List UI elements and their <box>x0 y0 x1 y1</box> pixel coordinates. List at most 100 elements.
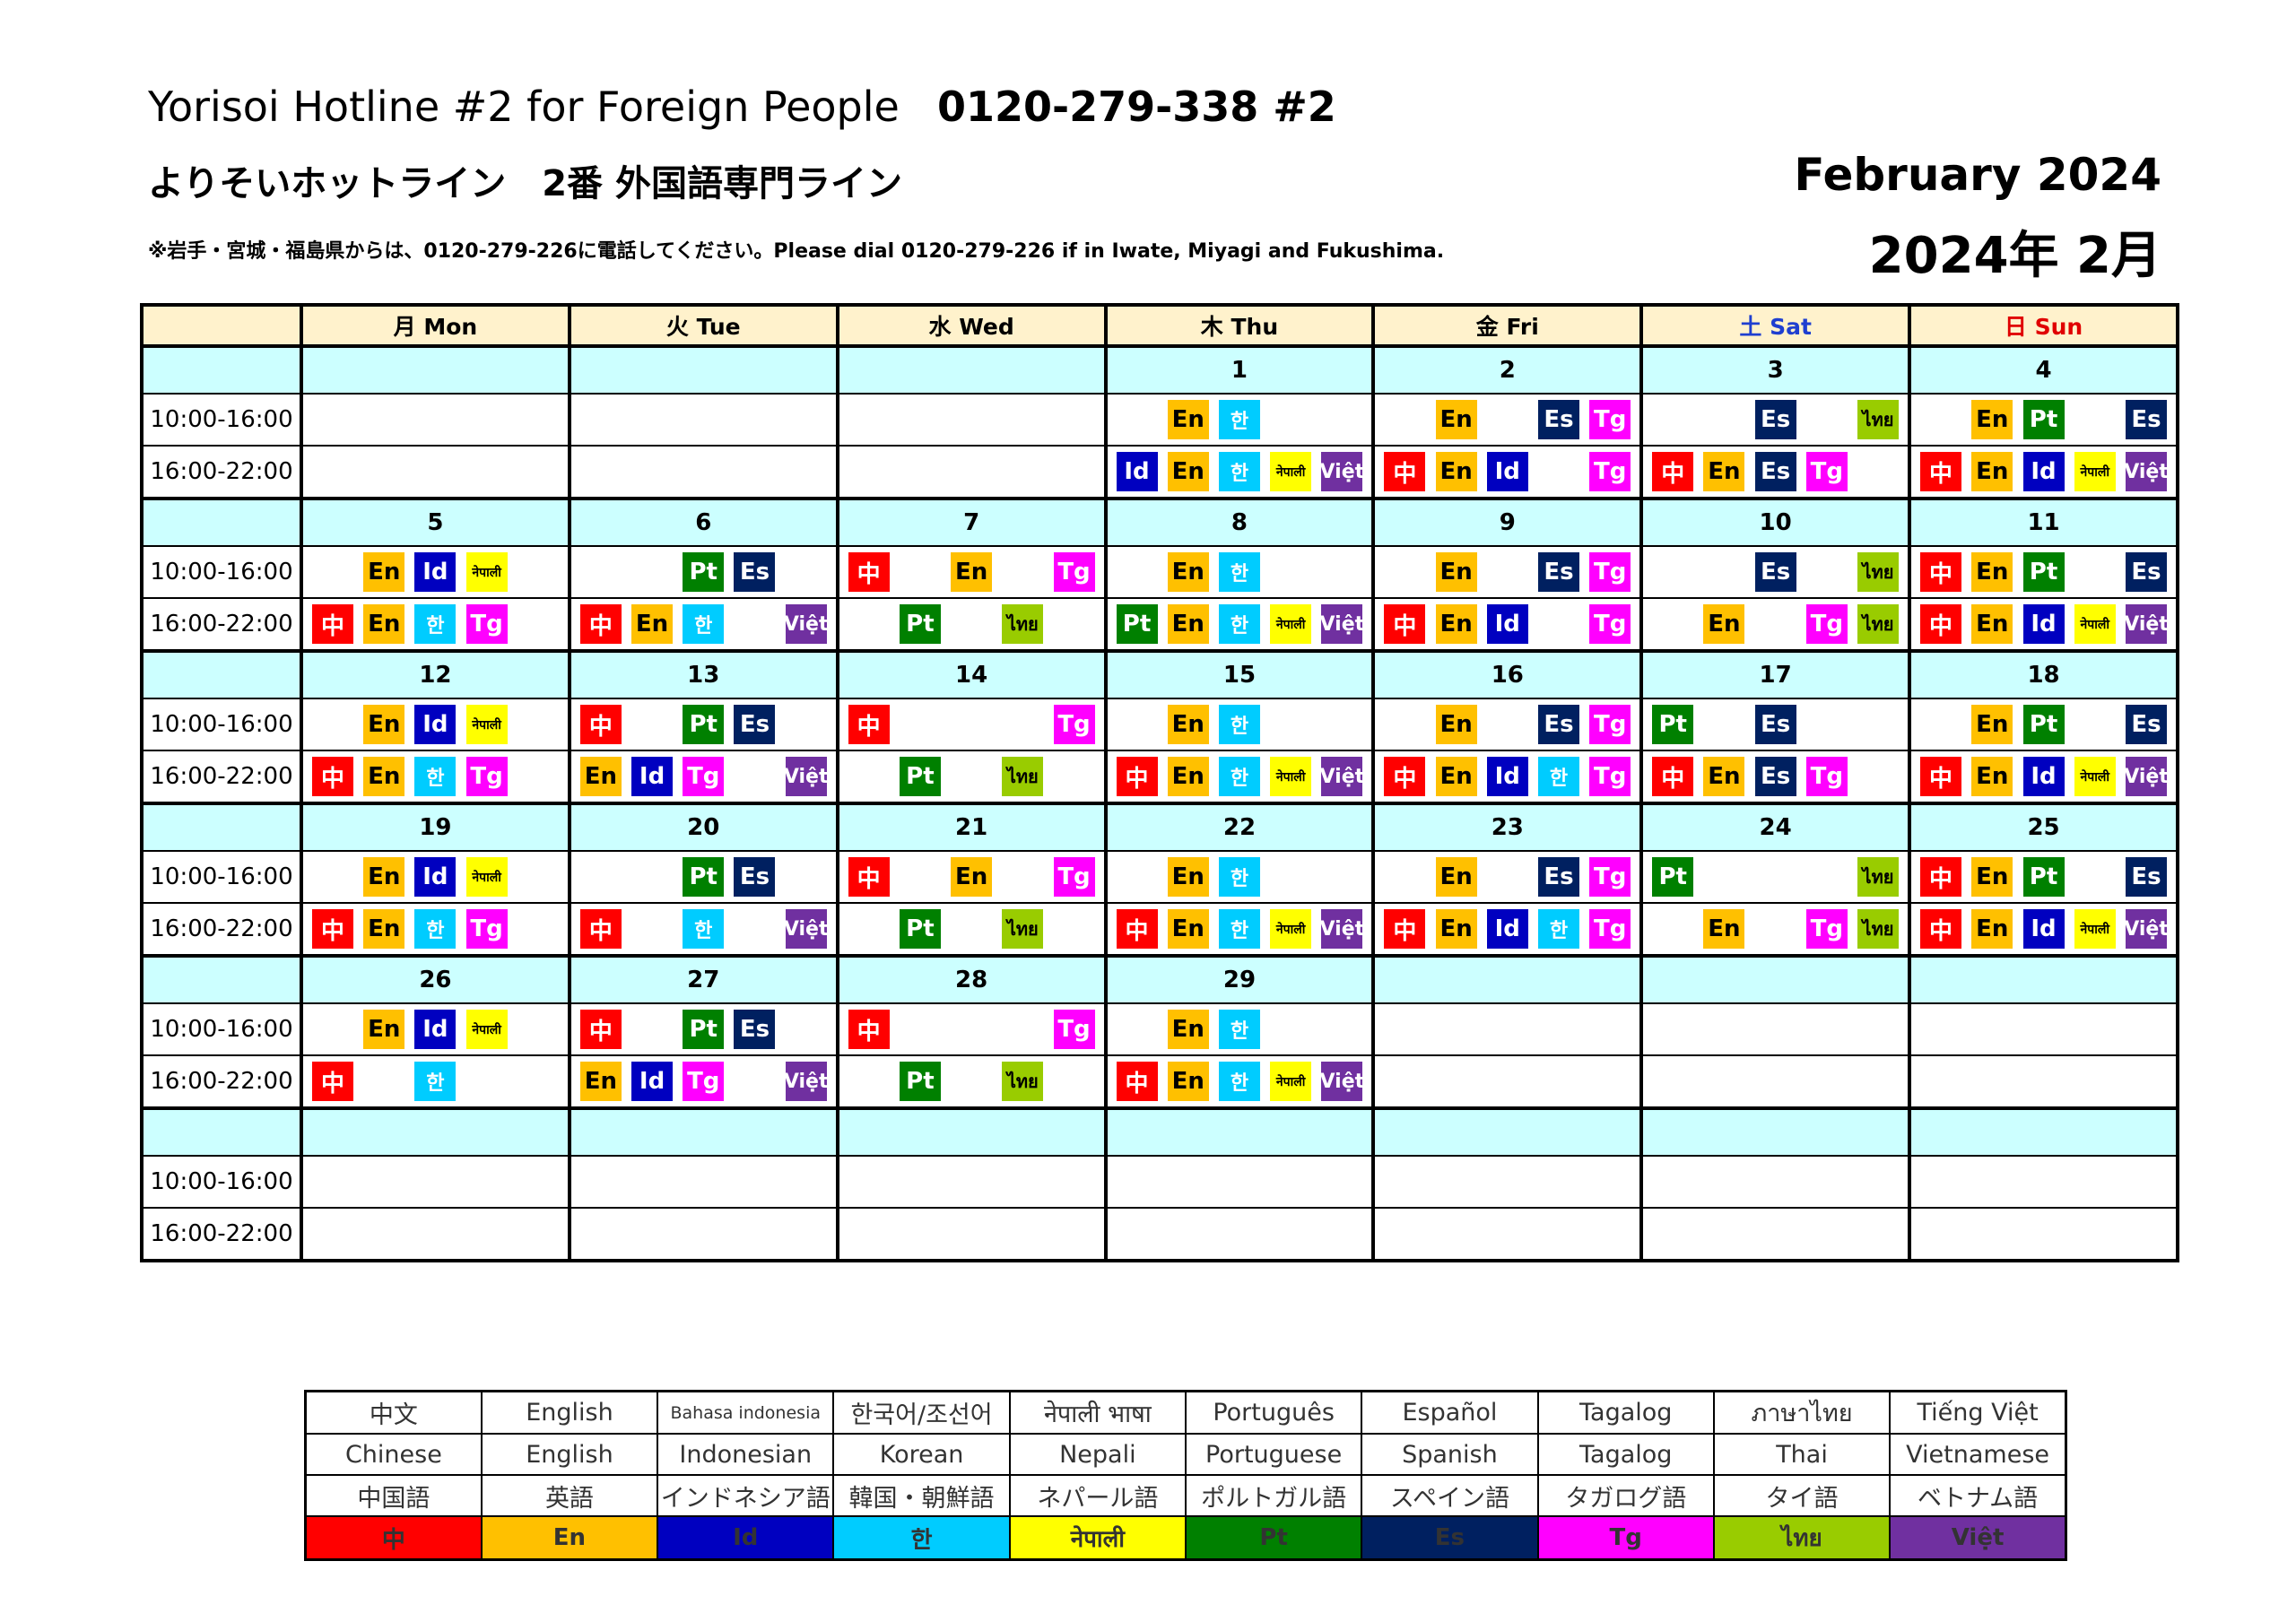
language-chip-id: Id <box>1116 452 1158 491</box>
language-chip-zh: 中 <box>1116 1062 1158 1101</box>
legend-chip-ne: नेपाली <box>1008 1515 1187 1561</box>
time-slot-row: 16:00-22:00 Id En 한 नेपाली Việt 中 En Id Tg 中 En Es Tg… <box>141 445 2179 499</box>
language-chip-id: Id <box>1486 604 1528 644</box>
language-chip-group: 中 En Es Tg <box>1643 751 1908 802</box>
language-chip-ne: नेपाली <box>1270 909 1312 949</box>
date-number-mon: 5 <box>300 497 570 547</box>
language-chip-id: Id <box>414 1010 457 1049</box>
language-chip-en: En <box>363 552 405 592</box>
empty-chip-slot <box>734 909 775 949</box>
empty-chip-slot <box>1652 909 1693 949</box>
language-chip-ko: 한 <box>1218 452 1260 491</box>
date-number-tue <box>567 344 839 395</box>
language-chip-en: En <box>363 604 405 644</box>
time-slot-row: 10:00-16:00 En 한 En Es Tg Es ไทย En Pt Es <box>141 393 2179 447</box>
language-chip-tg: Tg <box>1053 1010 1095 1049</box>
empty-chip-slot <box>1321 857 1362 897</box>
language-chip-zh: 中 <box>1116 909 1158 949</box>
empty-chip-slot <box>517 552 559 592</box>
empty-chip-slot <box>951 1010 992 1049</box>
language-chip-en: En <box>1167 400 1209 439</box>
empty-chip-slot <box>312 1010 353 1049</box>
time-slot-label: 10:00-16:00 <box>141 698 302 751</box>
empty-chip-slot <box>1384 705 1425 744</box>
language-chip-ko: 한 <box>1537 909 1579 949</box>
empty-chip-slot <box>312 705 353 744</box>
slot-cell-tue: Pt Es <box>567 545 839 599</box>
date-number-thu: 1 <box>1103 344 1375 395</box>
empty-chip-slot <box>1920 400 1961 439</box>
empty-chip-slot <box>1270 705 1311 744</box>
empty-chip-slot <box>1321 705 1362 744</box>
language-chip-group: 中 En Pt Es <box>1911 547 2176 597</box>
empty-chip-slot <box>951 909 992 949</box>
language-chip-id: Id <box>631 1062 674 1101</box>
empty-chip-slot <box>631 909 673 949</box>
language-chip-es: Es <box>1537 552 1579 592</box>
language-chip-th: ไทย <box>1857 400 1900 439</box>
language-chip-tg: Tg <box>1053 552 1095 592</box>
slot-cell-tue: 中 Pt Es <box>567 1002 839 1056</box>
empty-chip-slot <box>1806 705 1848 744</box>
language-chip-ko: 한 <box>414 1062 457 1101</box>
date-number-sun: 11 <box>1908 497 2179 547</box>
legend-native-vi: Tiếng Việt <box>1889 1390 2067 1435</box>
language-chip-ne: नेपाली <box>465 705 508 744</box>
empty-chip-slot <box>1002 552 1043 592</box>
time-slot-row: 16:00-22:00 中 En 한 Tg 中 En 한 Việt Pt ไทย Pt En 한 नेपाल… <box>141 597 2179 652</box>
language-chip-tg: Tg <box>1805 604 1848 644</box>
legend-native-pt: Português <box>1184 1390 1363 1435</box>
time-slot-row: 16:00-22:00 <box>141 1207 2179 1262</box>
slot-cell-fri: 中 En Id Tg <box>1371 597 1643 652</box>
legend-english-tg: Tagalog <box>1536 1433 1715 1476</box>
empty-chip-slot <box>1054 909 1095 949</box>
empty-chip-slot <box>2074 552 2116 592</box>
language-chip-en: En <box>1435 757 1477 796</box>
date-number-wed: 21 <box>835 802 1107 852</box>
language-chip-group: En Id नेपाली <box>303 1004 568 1054</box>
slot-cell-tue: Pt Es <box>567 850 839 904</box>
empty-chip-slot <box>1857 757 1899 796</box>
language-chip-group: 中 En Id नेपाली Việt <box>1911 447 2176 497</box>
empty-chip-slot <box>734 604 775 644</box>
legend-chip-zh: 中 <box>304 1515 483 1561</box>
language-chip-zh: 中 <box>1920 757 1962 796</box>
empty-chip-slot <box>848 1062 890 1101</box>
empty-chip-slot <box>1117 705 1158 744</box>
language-chip-es: Es <box>1754 400 1796 439</box>
language-chip-zh: 中 <box>1652 757 1694 796</box>
schedule-calendar: 月 Mon 火 Tue 水 Wed 木 Thu 金 Fri 土 Sat 日 Su… <box>140 303 2179 1262</box>
language-chip-id: Id <box>2022 452 2065 491</box>
language-chip-group: Id En 한 नेपाली Việt <box>1108 447 1372 497</box>
language-chip-es: Es <box>1537 400 1579 439</box>
empty-chip-slot <box>1384 400 1425 439</box>
slot-cell-thu: En 한 <box>1103 698 1375 751</box>
language-chip-id: Id <box>414 857 457 897</box>
language-chip-es: Es <box>1754 452 1796 491</box>
empty-chip-slot <box>1321 552 1362 592</box>
language-chip-group: En Es Tg <box>1375 852 1639 902</box>
slot-cell-tue <box>567 445 839 499</box>
language-chip-zh: 中 <box>848 857 890 897</box>
language-chip-en: En <box>1167 1010 1209 1049</box>
empty-chip-slot <box>517 909 559 949</box>
slot-cell-wed: 中 Tg <box>835 1002 1107 1056</box>
slot-cell-tue: 中 한 Việt <box>567 902 839 957</box>
date-number-mon: 12 <box>300 649 570 699</box>
legend-japanese-es: スペイン語 <box>1361 1474 1539 1517</box>
language-chip-zh: 中 <box>579 1010 622 1049</box>
language-chip-en: En <box>579 757 622 796</box>
date-number-wed <box>835 1106 1107 1157</box>
date-number-fri <box>1371 1106 1643 1157</box>
time-slot-row: 16:00-22:00 中 En 한 Tg 中 한 Việt Pt ไทย中 En 한 नेपाली Vi… <box>141 902 2179 957</box>
slot-cell-wed: 中 En Tg <box>835 545 1107 599</box>
language-chip-group: Pt ไทย <box>839 751 1104 802</box>
language-chip-es: Es <box>2126 857 2167 897</box>
empty-chip-slot <box>1321 400 1362 439</box>
date-number-sat: 17 <box>1639 649 1911 699</box>
language-chip-ko: 한 <box>1218 757 1260 796</box>
slot-cell-sat: Es ไทย <box>1639 393 1911 447</box>
language-chip-zh: 中 <box>1116 757 1158 796</box>
language-chip-group: En Es Tg <box>1375 699 1639 750</box>
language-chip-en: En <box>1167 452 1209 491</box>
